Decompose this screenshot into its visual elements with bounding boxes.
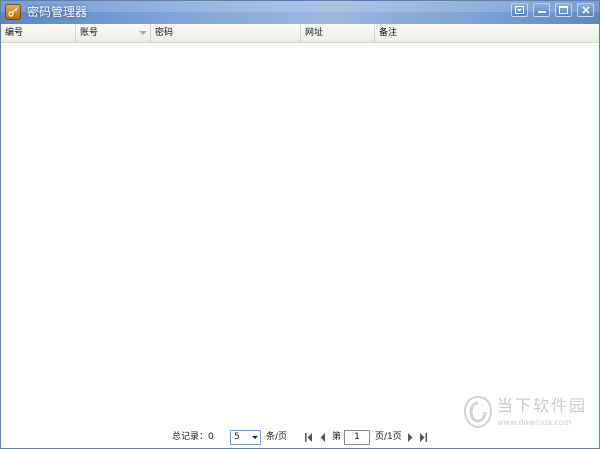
page-suffix-label: 页/1页	[375, 432, 402, 442]
page-prefix-label: 第	[332, 432, 342, 442]
minimize-button[interactable]	[533, 3, 550, 17]
close-icon	[581, 6, 590, 14]
per-page-value: 5	[234, 432, 240, 442]
total-records-label: 总记录：	[172, 432, 209, 442]
maximize-icon	[559, 6, 568, 14]
total-records-value: 0	[208, 432, 214, 442]
title-bar[interactable]: 密码管理器	[1, 1, 599, 24]
menu-icon	[515, 6, 524, 14]
watermark: 当下软件园 www.downxia.com	[463, 395, 593, 435]
last-page-icon[interactable]	[419, 433, 427, 442]
watermark-text: 当下软件园	[497, 396, 588, 415]
window-title: 密码管理器	[27, 5, 88, 19]
table-header: 编号 账号 密码 网址 备注	[1, 24, 599, 43]
column-header-account-label: 账号	[80, 28, 99, 38]
column-header-id[interactable]: 编号	[1, 24, 76, 42]
key-icon	[5, 4, 21, 20]
watermark-url: www.downxia.com	[497, 418, 572, 427]
page-number-input[interactable]: 1	[344, 430, 370, 445]
minimize-icon	[537, 11, 546, 13]
maximize-button[interactable]	[555, 3, 572, 17]
menu-button[interactable]	[511, 3, 528, 17]
per-page-select[interactable]: 5	[230, 430, 261, 445]
title-bar-sheen	[1, 1, 599, 12]
column-header-password[interactable]: 密码	[151, 24, 301, 42]
column-header-account[interactable]: 账号	[76, 24, 151, 42]
chevron-down-icon	[252, 436, 258, 439]
close-button[interactable]	[577, 3, 594, 17]
sort-down-icon	[139, 31, 147, 35]
per-page-unit-label: 条/页	[266, 432, 288, 442]
column-header-notes[interactable]: 备注	[375, 24, 599, 42]
column-header-url[interactable]: 网址	[301, 24, 375, 42]
next-page-icon[interactable]	[406, 433, 414, 442]
password-manager-window: 密码管理器 编号 账号 密码 网址 备注 总记录： 0 5 条/页 第 1 页/…	[0, 0, 600, 449]
previous-page-icon[interactable]	[319, 433, 327, 442]
first-page-icon[interactable]	[305, 433, 313, 442]
watermark-logo-icon	[463, 395, 493, 429]
table-body[interactable]	[1, 43, 599, 426]
